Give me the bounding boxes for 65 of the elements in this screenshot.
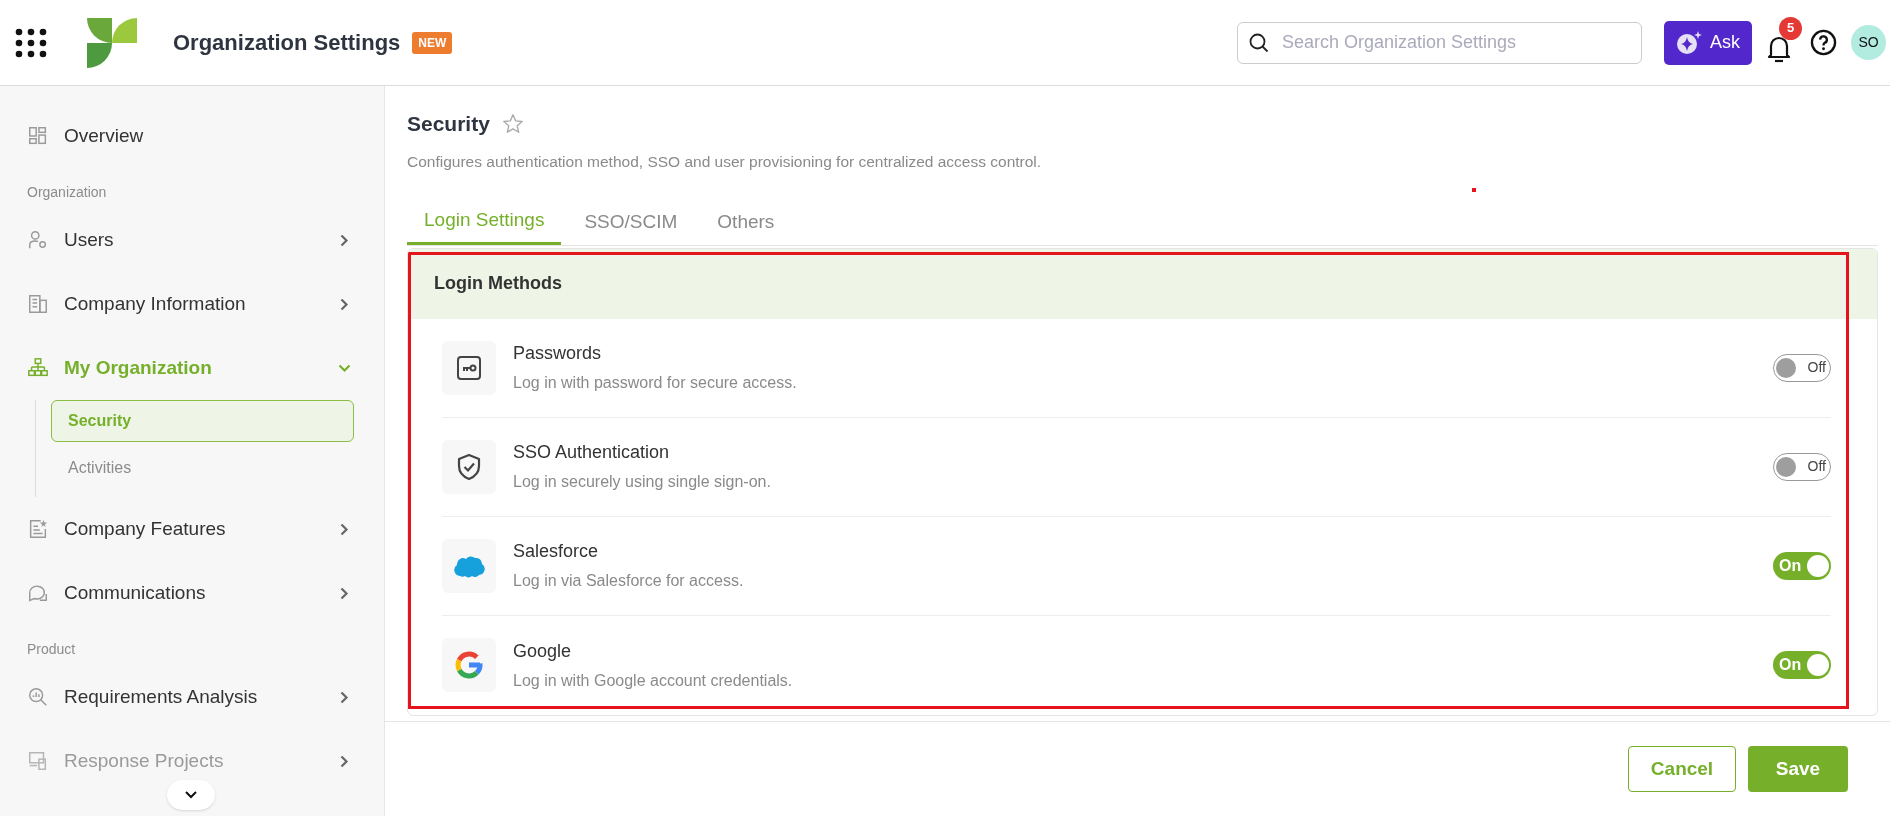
method-description: Log in with Google account credentials. — [513, 670, 794, 691]
notification-count: 5 — [1779, 16, 1802, 40]
search-field[interactable]: Search Organization Settings — [1237, 21, 1642, 64]
tab[interactable]: SSO/SCIM — [567, 198, 695, 245]
chevron-right-icon — [340, 233, 349, 247]
chevron-right-icon — [340, 522, 349, 536]
sidebar-item[interactable]: Communications — [27, 561, 354, 625]
sidebar-item[interactable]: Company Information — [27, 272, 354, 336]
search-icon — [1249, 32, 1269, 53]
sidebar-item[interactable]: My Organization — [27, 336, 354, 400]
method-description: Log in with password for secure access. — [513, 373, 798, 394]
sidebar-section-label: Organization — [27, 183, 108, 202]
sparkle-icon — [1676, 29, 1702, 56]
sidebar-subitem[interactable]: Security — [51, 400, 354, 442]
toggle-switch[interactable]: On — [1773, 651, 1831, 680]
toggle-switch[interactable]: Off — [1773, 452, 1831, 481]
user-gear-icon — [27, 229, 49, 251]
method-name: SSO Authentication — [513, 441, 671, 465]
sidebar-subitem[interactable]: Activities — [51, 447, 354, 489]
tab[interactable]: Login Settings — [407, 198, 562, 245]
chevron-right-icon — [340, 690, 349, 704]
chevron-down-icon — [338, 363, 351, 373]
method-name: Passwords — [513, 342, 603, 366]
document-star-icon — [27, 518, 49, 540]
app-title: Organization Settings — [173, 29, 401, 57]
help-icon[interactable] — [1810, 29, 1837, 56]
user-avatar[interactable]: SO — [1851, 25, 1886, 60]
method-description: Log in securely using single sign-on. — [513, 472, 772, 493]
scroll-down-button[interactable] — [167, 780, 215, 810]
chevron-right-icon — [340, 754, 349, 768]
page-title: Security — [407, 111, 490, 137]
method-name: Salesforce — [513, 540, 600, 564]
toggle-switch[interactable]: On — [1773, 551, 1831, 580]
page-description: Configures authentication method, SSO and user provisioning for centralized access control. — [407, 151, 1043, 172]
new-badge: NEW — [412, 31, 453, 54]
key-icon — [455, 353, 483, 382]
sidebar-item[interactable]: Overview — [27, 104, 354, 168]
google-g-icon — [454, 650, 484, 681]
chevron-down-icon — [185, 791, 197, 799]
magnifier-chart-icon — [27, 686, 49, 708]
devices-icon — [27, 750, 49, 772]
sidebar-item[interactable]: Users — [27, 208, 354, 272]
chat-bubbles-icon — [27, 582, 49, 604]
ask-button[interactable]: Ask — [1664, 20, 1752, 65]
sidebar-item[interactable]: Response Projects — [27, 729, 354, 793]
hierarchy-icon — [27, 357, 49, 379]
chevron-right-icon — [340, 586, 349, 600]
save-button[interactable]: Save — [1748, 746, 1848, 792]
logo-icon — [87, 17, 137, 68]
building-icon — [27, 293, 49, 315]
method-name: Google — [513, 639, 573, 663]
dashboard-icon — [27, 125, 49, 147]
star-icon[interactable] — [501, 112, 524, 135]
cancel-button[interactable]: Cancel — [1628, 746, 1736, 792]
cloud-logo-icon — [452, 553, 486, 578]
chevron-right-icon — [340, 297, 349, 311]
toggle-switch[interactable]: Off — [1773, 353, 1831, 382]
method-description: Log in via Salesforce for access. — [513, 571, 745, 592]
apps-grid-icon[interactable] — [15, 27, 47, 58]
card-title: Login Methods — [434, 272, 562, 296]
tab[interactable]: Others — [700, 198, 792, 245]
sidebar-item[interactable]: Requirements Analysis — [27, 665, 354, 729]
sidebar-item[interactable]: Company Features — [27, 497, 354, 561]
shield-check-icon — [456, 452, 482, 481]
sidebar-section-label: Product — [27, 640, 77, 659]
